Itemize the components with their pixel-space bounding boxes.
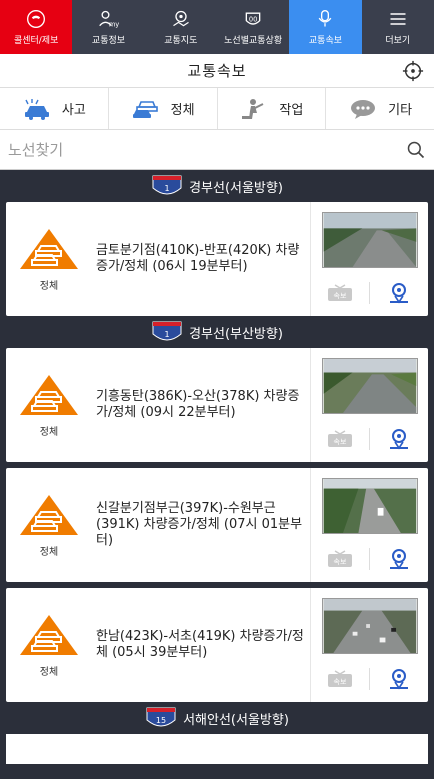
traffic-news-card[interactable]	[6, 734, 428, 764]
route-search-input[interactable]	[8, 140, 406, 159]
status-label: 정체	[39, 426, 59, 438]
news-button[interactable]: 속보	[311, 428, 370, 450]
nav-route-status[interactable]: 00 노선별교통상황	[217, 0, 289, 54]
tab-label: 작업	[279, 103, 304, 118]
nav-more[interactable]: 더보기	[362, 0, 434, 54]
nav-label: 더보기	[385, 35, 411, 46]
route-00-icon: 00	[245, 12, 261, 25]
svg-text:속보: 속보	[334, 438, 347, 446]
nav-label: 교통지도	[164, 35, 198, 46]
cctv-thumbnail[interactable]	[321, 358, 418, 414]
nav-traffic-map[interactable]: 교통지도	[145, 0, 217, 54]
incident-description: 금토분기점(410K)-반포(420K) 차량증가/정체 (06시 19분부터)	[96, 243, 300, 274]
news-button[interactable]: 속보	[311, 282, 370, 304]
speech-bubble-icon	[351, 99, 376, 119]
nav-traffic-info[interactable]: my 교통정보	[72, 0, 144, 54]
nav-label: 교통정보	[91, 35, 126, 46]
congestion-warning-icon	[20, 374, 78, 415]
page-title: 교통속보	[187, 62, 247, 80]
traffic-news-card[interactable]: 정체 금토분기점(410K)-반포(420K) 차량증가/정체 (06시 19분…	[6, 202, 428, 316]
route-shield-icon: 15	[146, 707, 176, 727]
svg-text:1: 1	[165, 330, 170, 339]
news-tv-icon: 속보	[328, 670, 352, 687]
svg-text:1: 1	[165, 184, 170, 193]
menu-icon	[390, 12, 406, 25]
roadwork-icon	[242, 98, 264, 119]
cctv-thumbnail[interactable]	[321, 478, 418, 534]
traffic-news-card[interactable]: 정체 한남(423K)-서초(419K) 차량증가/정체 (05시 39분부터)…	[6, 588, 428, 702]
news-tv-icon: 속보	[328, 284, 352, 301]
route-shield-icon: 1	[152, 175, 182, 195]
map-pin-icon	[390, 549, 408, 570]
cctv-thumbnail[interactable]	[321, 212, 418, 268]
nav-label: 콜센터/제보	[13, 35, 59, 46]
category-tabs: 사고 정체 작업 기타	[0, 88, 434, 130]
cctv-thumbnail[interactable]	[321, 598, 418, 654]
svg-text:15: 15	[156, 716, 166, 725]
news-tv-icon: 속보	[328, 550, 352, 567]
map-pin-icon	[390, 283, 408, 304]
nav-label: 노선별교통상황	[224, 35, 283, 46]
incident-description: 기흥동탄(386K)-오산(378K) 차량증가/정체 (09시 22분부터)	[96, 389, 300, 420]
news-tv-icon: 속보	[328, 430, 352, 447]
route-section-header: 1 경부선(서울방향)	[0, 170, 434, 202]
tab-congestion[interactable]: 정체	[109, 88, 218, 129]
phone-icon	[27, 9, 46, 28]
svg-text:my: my	[109, 20, 119, 28]
nav-callcenter[interactable]: 콜센터/제보	[0, 0, 73, 54]
tab-label: 정체	[170, 103, 195, 118]
map-location-button[interactable]	[370, 668, 428, 690]
route-name: 서해안선(서울방향)	[183, 712, 289, 728]
map-pin-icon	[172, 10, 189, 26]
traffic-news-card[interactable]: 정체 신갈분기점부근(397K)-수원부근(391K) 차량증가/정체 (07시…	[6, 468, 428, 582]
route-shield-icon: 1	[152, 321, 182, 341]
news-button[interactable]: 속보	[311, 668, 370, 690]
route-name: 경부선(서울방향)	[189, 180, 283, 196]
title-bar: 교통속보	[0, 54, 434, 88]
map-location-button[interactable]	[370, 428, 428, 450]
accident-car-icon	[24, 98, 49, 120]
microphone-icon	[319, 9, 332, 26]
congestion-warning-icon	[20, 614, 78, 655]
tab-label: 사고	[61, 103, 86, 118]
route-section-header: 15 서해안선(서울방향)	[0, 702, 434, 734]
tab-other[interactable]: 기타	[326, 88, 434, 129]
svg-text:속보: 속보	[334, 558, 347, 566]
traffic-news-card[interactable]: 정체 기흥동탄(386K)-오산(378K) 차량증가/정체 (09시 22분부…	[6, 348, 428, 462]
status-label: 정체	[39, 546, 59, 558]
nav-traffic-news[interactable]: 교통속보	[289, 0, 362, 54]
my-user-icon: my	[99, 10, 119, 28]
status-label: 정체	[39, 666, 59, 678]
status-label: 정체	[39, 280, 59, 292]
map-pin-icon	[390, 429, 408, 450]
tab-roadwork[interactable]: 작업	[218, 88, 327, 129]
tab-accident[interactable]: 사고	[0, 88, 109, 129]
top-navigation: 콜센터/제보 my 교통정보 교통지도 00 노선별교통상황 교통속보 더보기	[0, 0, 434, 54]
news-button[interactable]: 속보	[311, 548, 370, 570]
congestion-cars-icon	[132, 100, 158, 118]
route-search-bar	[0, 130, 434, 170]
map-pin-icon	[390, 669, 408, 690]
svg-text:속보: 속보	[334, 292, 347, 300]
route-section-header: 1 경부선(부산방향)	[0, 316, 434, 348]
map-location-button[interactable]	[370, 548, 428, 570]
map-location-button[interactable]	[370, 282, 428, 304]
congestion-warning-icon	[20, 228, 78, 269]
traffic-news-list: 1 경부선(서울방향) 정체 금토분기점(410K)-반포(420K) 차량증가…	[0, 170, 434, 764]
route-name: 경부선(부산방향)	[189, 326, 283, 342]
tab-label: 기타	[388, 103, 413, 118]
congestion-warning-icon	[20, 494, 78, 535]
nav-label: 교통속보	[308, 35, 343, 46]
svg-text:00: 00	[249, 15, 257, 23]
locate-target-icon[interactable]	[402, 60, 424, 82]
incident-description: 신갈분기점부근(397K)-수원부근(391K) 차량증가/정체 (07시 01…	[96, 501, 303, 548]
svg-text:속보: 속보	[334, 678, 347, 686]
search-icon[interactable]	[406, 140, 426, 160]
incident-description: 한남(423K)-서초(419K) 차량증가/정체 (05시 39분부터)	[96, 629, 304, 660]
